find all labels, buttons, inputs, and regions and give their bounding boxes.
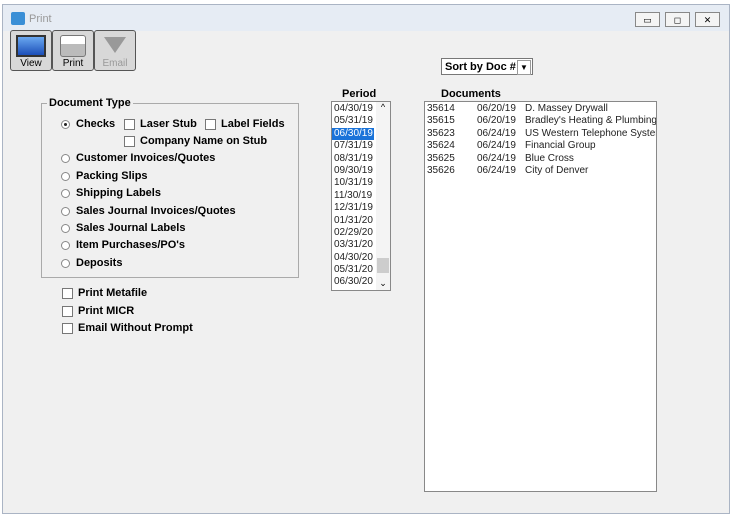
extra-option-label: Print MICR — [78, 304, 135, 317]
extra-option-label: Email Without Prompt — [78, 322, 193, 334]
extra-option-checkbox[interactable] — [62, 323, 73, 334]
period-item[interactable]: 05/31/20 — [332, 264, 374, 276]
document-row[interactable]: 35624 06/24/19 Financial Group — [427, 140, 656, 152]
email-button[interactable]: Email — [94, 30, 136, 71]
sort-value: Sort by Doc # — [445, 61, 516, 73]
period-item[interactable]: 10/31/19 — [332, 177, 374, 189]
period-scrollbar[interactable]: ^ ⌄ — [376, 102, 390, 290]
doc-number: 35623 — [427, 127, 455, 139]
doc-type-radio[interactable] — [61, 207, 70, 216]
company-name-label: Company Name on Stub — [140, 135, 268, 147]
maximize-button[interactable]: ◻ — [665, 12, 690, 27]
doc-date: 06/24/19 — [477, 152, 516, 164]
period-header: Period — [342, 88, 377, 100]
document-row[interactable]: 35625 06/24/19 Blue Cross — [427, 153, 656, 165]
documents-list[interactable]: 35614 06/20/19 D. Massey Drywall 35615 06/20… — [424, 101, 657, 492]
doc-type-label: Packing Slips — [76, 170, 148, 182]
window-title: Print — [29, 13, 52, 25]
doc-number: 35614 — [427, 103, 455, 114]
document-row[interactable]: 35615 06/20/19 Bradley's Heating & Plumbin… — [427, 115, 656, 127]
period-item[interactable]: 03/31/20 — [332, 239, 374, 251]
print-window: Print ▭ ◻ ✕ View Print Email Document Type… — [2, 4, 730, 514]
doc-number: 35624 — [427, 140, 455, 152]
print-label: Print — [62, 58, 84, 69]
period-item[interactable]: 11/30/19 — [332, 190, 374, 202]
doc-date: 06/20/19 — [477, 103, 516, 114]
app-logo-icon — [11, 12, 25, 25]
doc-date: 06/24/19 — [477, 127, 516, 139]
doc-type-radio[interactable] — [61, 154, 70, 163]
doc-number: 35625 — [427, 152, 455, 164]
document-row[interactable]: 35623 06/24/19 US Western Telephone System — [427, 128, 656, 140]
doc-date: 06/24/19 — [477, 164, 516, 176]
doc-payee: D. Massey Drywall — [525, 103, 608, 114]
doc-type-radio[interactable] — [61, 259, 70, 268]
minimize-button[interactable]: ▭ — [635, 12, 660, 27]
laser-stub-label: Laser Stub — [140, 118, 197, 130]
documents-header: Documents — [441, 88, 501, 100]
doc-type-radio[interactable] — [61, 189, 70, 198]
document-row[interactable]: 35626 06/24/19 City of Denver — [427, 165, 656, 177]
doc-type-label: Sales Journal Labels — [76, 222, 186, 234]
doc-type-radio[interactable] — [61, 120, 70, 129]
doc-payee: Bradley's Heating & Plumbing — [525, 115, 657, 127]
doc-payee: Financial Group — [525, 140, 596, 152]
period-item[interactable]: 08/31/19 — [332, 153, 374, 165]
period-item[interactable]: 07/31/19 — [332, 140, 374, 152]
doc-number: 35615 — [427, 115, 455, 127]
doc-type-label: Customer Invoices/Quotes — [76, 152, 216, 164]
period-item[interactable]: 02/29/20 — [332, 227, 374, 239]
label-fields-label: Label Fields — [221, 118, 285, 130]
view-label: View — [20, 58, 42, 69]
label-fields-checkbox[interactable] — [205, 119, 216, 130]
monitor-icon — [11, 35, 51, 57]
view-button[interactable]: View — [10, 30, 52, 71]
chevron-down-icon[interactable]: ▼ — [517, 60, 531, 75]
company-name-checkbox[interactable] — [124, 136, 135, 147]
doc-date: 06/20/19 — [477, 115, 516, 127]
doc-type-label: Item Purchases/PO's — [76, 239, 186, 251]
doc-date: 06/24/19 — [477, 140, 516, 152]
doc-type-label: Shipping Labels — [76, 187, 161, 199]
scroll-up-icon[interactable]: ^ — [376, 102, 390, 112]
laser-stub-checkbox[interactable] — [124, 119, 135, 130]
email-label: Email — [102, 58, 128, 69]
doc-type-label: Deposits — [76, 257, 123, 269]
period-item[interactable]: 05/31/19 — [332, 115, 374, 127]
doc-type-radio[interactable] — [61, 224, 70, 233]
period-list[interactable]: ^ ⌄ 04/30/19 05/31/19 06/30/19 07/31/19 08/3… — [331, 101, 391, 291]
document-type-legend: Document Type — [47, 97, 133, 109]
period-item[interactable]: 12/31/19 — [332, 202, 374, 214]
scroll-thumb[interactable] — [377, 258, 389, 273]
doc-type-label: Sales Journal Invoices/Quotes — [76, 205, 236, 217]
period-item[interactable]: 04/30/19 — [332, 103, 374, 115]
print-button[interactable]: Print — [52, 30, 94, 71]
doc-number: 35626 — [427, 164, 455, 176]
document-row[interactable]: 35614 06/20/19 D. Massey Drywall — [427, 103, 656, 115]
doc-type-radio[interactable] — [61, 172, 70, 181]
scroll-down-icon[interactable]: ⌄ — [376, 278, 390, 289]
period-item[interactable]: 04/30/20 — [332, 252, 374, 264]
extra-option-checkbox[interactable] — [62, 305, 73, 317]
sort-dropdown[interactable]: Sort by Doc # ▼ — [441, 58, 533, 75]
email-icon — [95, 37, 135, 53]
close-button[interactable]: ✕ — [695, 12, 720, 27]
period-item[interactable]: 06/30/20 — [332, 276, 374, 288]
printer-icon — [53, 35, 93, 57]
title-bar: Print ▭ ◻ ✕ — [3, 5, 729, 31]
extra-option-label: Print Metafile — [78, 287, 148, 299]
doc-payee: US Western Telephone System — [525, 127, 657, 139]
doc-type-radio[interactable] — [61, 241, 70, 250]
period-item[interactable]: 01/31/20 — [332, 215, 374, 227]
period-item[interactable]: 09/30/19 — [332, 165, 374, 177]
extra-option-checkbox[interactable] — [62, 288, 73, 299]
doc-type-label: Checks — [76, 118, 116, 130]
period-item[interactable]: 06/30/19 — [332, 127, 374, 141]
doc-payee: Blue Cross — [525, 152, 574, 164]
doc-payee: City of Denver — [525, 164, 589, 176]
